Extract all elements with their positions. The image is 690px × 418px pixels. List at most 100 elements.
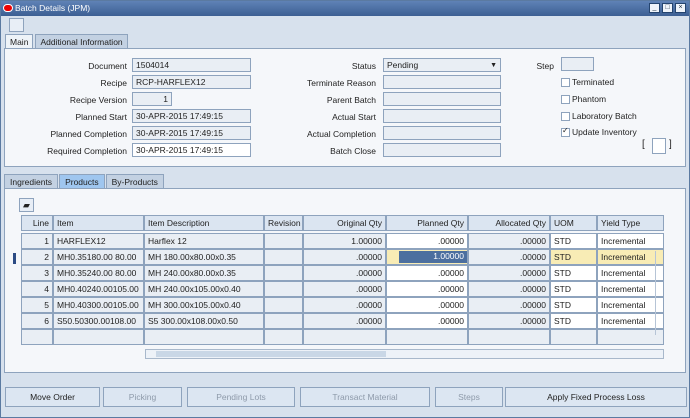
row-yield-type[interactable]: Incremental (597, 297, 664, 313)
table-row[interactable]: 3 MH0.35240.00 80.00 MH 240.00x80.00x0.3… (13, 265, 664, 281)
row-allocated-qty[interactable]: .00000 (468, 297, 550, 313)
row-item-description[interactable] (144, 329, 264, 345)
laboratory-batch-checkbox[interactable]: Laboratory Batch (561, 110, 637, 122)
row-allocated-qty[interactable]: .00000 (468, 281, 550, 297)
row-uom[interactable]: STD (550, 313, 597, 329)
row-uom[interactable]: STD (550, 297, 597, 313)
steps-button[interactable]: Steps (435, 387, 503, 407)
transact-material-button[interactable]: Transact Material (300, 387, 430, 407)
row-allocated-qty[interactable]: .00000 (468, 249, 550, 265)
row-planned-qty[interactable]: 1.00000 (386, 249, 468, 265)
row-uom[interactable]: STD (550, 249, 597, 265)
row-revision[interactable] (264, 265, 303, 281)
table-row[interactable]: 5 MH0.40300.00105.00 MH 300.00x105.00x0.… (13, 297, 664, 313)
row-allocated-qty[interactable] (468, 329, 550, 345)
close-icon[interactable]: × (675, 3, 686, 13)
row-yield-type[interactable] (597, 329, 664, 345)
document-field[interactable]: 1504014 (132, 58, 251, 72)
row-uom[interactable]: STD (550, 281, 597, 297)
tab-main[interactable]: Main (5, 34, 34, 49)
move-order-button[interactable]: Move Order (5, 387, 100, 407)
row-original-qty[interactable]: 1.00000 (303, 233, 386, 249)
restore-icon[interactable]: □ (662, 3, 673, 13)
row-original-qty[interactable] (303, 329, 386, 345)
minimize-icon[interactable]: _ (649, 3, 660, 13)
row-uom[interactable] (550, 329, 597, 345)
update-inventory-checkbox[interactable]: Update Inventory (561, 125, 637, 138)
recipe-version-field[interactable]: 1 (132, 92, 172, 106)
row-item-description[interactable]: MH 240.00x80.00x0.35 (144, 265, 264, 281)
row-item[interactable]: S50.50300.00108.00 (53, 313, 144, 329)
row-allocated-qty[interactable]: .00000 (468, 265, 550, 281)
parent-batch-field[interactable] (383, 92, 501, 106)
folder-icon[interactable]: ▰ (19, 198, 34, 212)
step-field[interactable] (561, 57, 594, 71)
row-planned-qty[interactable]: .00000 (386, 265, 468, 281)
row-item[interactable]: MH0.40300.00105.00 (53, 297, 144, 313)
row-yield-type[interactable]: Incremental (597, 249, 664, 265)
row-original-qty[interactable]: .00000 (303, 313, 386, 329)
planned-qty-editor[interactable]: 1.00000 (399, 251, 467, 263)
table-row[interactable]: 1 HARFLEX12 Harflex 12 1.00000 .00000 .0… (13, 233, 664, 249)
phantom-checkbox[interactable]: Phantom (561, 93, 606, 105)
batch-close-field[interactable] (383, 143, 501, 157)
row-planned-qty[interactable]: .00000 (386, 281, 468, 297)
table-row[interactable]: 6 S50.50300.00108.00 S5 300.00x108.00x0.… (13, 313, 664, 329)
document-icon[interactable] (9, 18, 24, 32)
row-original-qty[interactable]: .00000 (303, 281, 386, 297)
row-planned-qty[interactable]: .00000 (386, 297, 468, 313)
row-item[interactable]: MH0.40240.00105.00 (53, 281, 144, 297)
apply-fixed-process-loss-button[interactable]: Apply Fixed Process Loss (505, 387, 687, 407)
table-row[interactable] (13, 329, 664, 345)
table-row[interactable]: 2 MH0.35180.00 80.00 MH 180.00x80.00x0.3… (13, 249, 664, 265)
row-item-description[interactable]: S5 300.00x108.00x0.50 (144, 313, 264, 329)
recipe-field[interactable]: RCP-HARFLEX12 (132, 75, 251, 89)
row-item-description[interactable]: MH 180.00x80.00x0.35 (144, 249, 264, 265)
row-revision[interactable] (264, 233, 303, 249)
row-uom[interactable]: STD (550, 233, 597, 249)
row-yield-type[interactable]: Incremental (597, 313, 664, 329)
row-planned-qty[interactable]: .00000 (386, 233, 468, 249)
table-row[interactable]: 4 MH0.40240.00105.00 MH 240.00x105.00x0.… (13, 281, 664, 297)
row-item-description[interactable]: Harflex 12 (144, 233, 264, 249)
row-item-description[interactable]: MH 240.00x105.00x0.40 (144, 281, 264, 297)
row-planned-qty[interactable]: .00000 (386, 313, 468, 329)
horizontal-scroll-thumb[interactable] (156, 351, 386, 357)
status-dropdown[interactable]: Pending ▼ (383, 58, 501, 72)
row-revision[interactable] (264, 297, 303, 313)
row-yield-type[interactable]: Incremental (597, 265, 664, 281)
horizontal-scrollbar[interactable] (145, 349, 664, 359)
descriptive-flexfield[interactable] (652, 138, 666, 154)
terminate-reason-field[interactable] (383, 75, 501, 89)
row-item[interactable] (53, 329, 144, 345)
pending-lots-button[interactable]: Pending Lots (187, 387, 295, 407)
actual-start-field[interactable] (383, 109, 501, 123)
vertical-scrollbar[interactable] (655, 251, 665, 335)
row-item[interactable]: HARFLEX12 (53, 233, 144, 249)
row-allocated-qty[interactable]: .00000 (468, 313, 550, 329)
terminated-checkbox[interactable]: Terminated (561, 76, 614, 88)
row-yield-type[interactable]: Incremental (597, 233, 664, 249)
planned-start-field[interactable]: 30-APR-2015 17:49:15 (132, 109, 251, 123)
required-completion-field[interactable]: 30-APR-2015 17:49:15 (132, 143, 251, 157)
actual-completion-field[interactable] (383, 126, 501, 140)
row-item[interactable]: MH0.35240.00 80.00 (53, 265, 144, 281)
row-original-qty[interactable]: .00000 (303, 249, 386, 265)
tab-ingredients[interactable]: Ingredients (4, 174, 59, 189)
tab-additional-information[interactable]: Additional Information (35, 34, 128, 49)
planned-completion-field[interactable]: 30-APR-2015 17:49:15 (132, 126, 251, 140)
tab-by-products[interactable]: By-Products (105, 174, 164, 189)
row-item[interactable]: MH0.35180.00 80.00 (53, 249, 144, 265)
row-allocated-qty[interactable]: .00000 (468, 233, 550, 249)
row-revision[interactable] (264, 249, 303, 265)
row-revision[interactable] (264, 281, 303, 297)
tab-products[interactable]: Products (59, 174, 105, 189)
row-revision[interactable] (264, 329, 303, 345)
picking-button[interactable]: Picking (103, 387, 182, 407)
row-original-qty[interactable]: .00000 (303, 265, 386, 281)
row-original-qty[interactable]: .00000 (303, 297, 386, 313)
row-item-description[interactable]: MH 300.00x105.00x0.40 (144, 297, 264, 313)
row-planned-qty[interactable] (386, 329, 468, 345)
row-uom[interactable]: STD (550, 265, 597, 281)
row-yield-type[interactable]: Incremental (597, 281, 664, 297)
